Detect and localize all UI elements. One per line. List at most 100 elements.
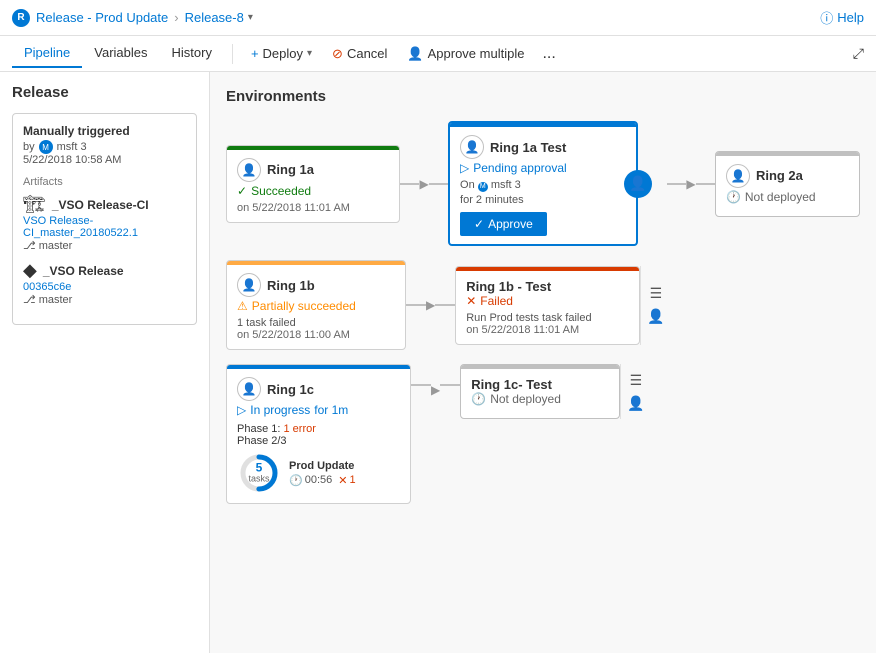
ring1c-status: ▷ In progress for 1m xyxy=(237,403,400,417)
approve-button[interactable]: ✓ Approve xyxy=(460,212,547,236)
ring1b-test-side: ☰ 👤 xyxy=(640,266,670,345)
artifact-build-icon: 🏗 xyxy=(23,194,46,215)
artifact-item-1: 🏗 _VSO Release-CI VSO Release-CI_master_… xyxy=(23,194,186,252)
approve-icon: 👤 xyxy=(407,46,423,62)
main-layout: Release Manually triggered by M msft 3 5… xyxy=(0,72,876,653)
artifact-link-1[interactable]: VSO Release-CI_master_20180522.1 xyxy=(23,215,186,239)
ring1c-time-stat: 🕐 00:56 xyxy=(289,474,332,487)
approve-multiple-button[interactable]: 👤 Approve multiple xyxy=(397,42,534,66)
ring1b-test-date: on 5/22/2018 11:01 AM xyxy=(466,324,629,336)
ring1b-test-name: Ring 1b - Test xyxy=(466,279,629,294)
ring1b-status: ⚠ Partially succeeded xyxy=(237,299,395,313)
trigger-text: Manually triggered xyxy=(23,124,186,138)
ring1a-test-name: Ring 1a Test xyxy=(490,140,566,155)
ring1c-prod-stats: 🕐 00:56 ✕ 1 xyxy=(289,474,356,487)
arrow-1b-1btest: ▶ xyxy=(426,299,435,311)
ring1b-test-status: ✕ Failed xyxy=(466,294,629,308)
tab-history[interactable]: History xyxy=(160,39,224,68)
ring1c-progress: Phase 1: 1 error Phase 2/3 xyxy=(237,423,400,495)
cancel-button[interactable]: ⊘ Cancel xyxy=(322,42,397,66)
pipeline-row-2: 👤 Ring 1b ⚠ Partially succeeded 1 task f… xyxy=(226,260,860,350)
connector-1atest-2a-2 xyxy=(696,183,715,185)
ring1c-test-inner: Ring 1c- Test 🕐 Not deployed xyxy=(461,369,619,418)
user-avatar: M xyxy=(39,140,53,154)
artifacts-section: Artifacts 🏗 _VSO Release-CI VSO Release-… xyxy=(23,176,186,306)
artifact-diamond-icon: ◆ xyxy=(23,260,37,281)
toolbar-separator xyxy=(232,44,233,64)
warning-icon: ⚠ xyxy=(237,299,248,313)
tab-variables[interactable]: Variables xyxy=(82,39,159,68)
ring1c-donut: 5 tasks xyxy=(237,451,281,495)
breadcrumb-sep1: › xyxy=(174,10,178,25)
artifacts-label: Artifacts xyxy=(23,176,186,188)
connector-1a-1atest-2 xyxy=(429,183,448,185)
ring1a-date: on 5/22/2018 11:01 AM xyxy=(237,202,389,214)
ring1a-test-detail2: for 2 minutes xyxy=(460,194,626,206)
ring1b-test-card: Ring 1b - Test ✕ Failed Run Prod tests t… xyxy=(455,266,640,345)
ring1a-test-inner: 👤 Ring 1a Test ▷ Pending approval On M xyxy=(450,127,636,244)
artifact-link-2[interactable]: 00365c6e xyxy=(23,281,186,293)
ring1c-phase1: Phase 1: 1 error xyxy=(237,423,400,435)
artifact-name-2: _VSO Release xyxy=(43,264,124,278)
play-icon: ▷ xyxy=(460,161,469,175)
toolbar: Pipeline Variables History + Deploy ▾ ⊘ … xyxy=(0,36,876,72)
ring1c-test-side: ☰ 👤 xyxy=(620,364,650,419)
ring1b-name: Ring 1b xyxy=(267,278,315,293)
clock-icon-1ctest: 🕐 xyxy=(471,392,486,406)
ring1c-error-stat: ✕ 1 xyxy=(338,474,355,487)
user-name: msft 3 xyxy=(57,141,87,153)
ring2a-card: 👤 Ring 2a 🕐 Not deployed xyxy=(715,151,860,217)
ring1c-test-card: Ring 1c- Test 🕐 Not deployed xyxy=(460,364,620,419)
by-label: by xyxy=(23,141,35,153)
ring1c-donut-label: 5 tasks xyxy=(248,461,269,484)
more-options-button[interactable]: ... xyxy=(534,41,563,67)
tab-pipeline[interactable]: Pipeline xyxy=(12,39,82,68)
x-icon-1c: ✕ xyxy=(338,474,347,487)
ring1c-test-wrapper: Ring 1c- Test 🕐 Not deployed ☰ 👤 xyxy=(460,364,650,419)
ring1b-test-wrapper: Ring 1b - Test ✕ Failed Run Prod tests t… xyxy=(455,266,670,345)
trigger-by: by M msft 3 xyxy=(23,140,186,154)
ring1a-name: Ring 1a xyxy=(267,162,314,177)
pending-avatar: 👤 xyxy=(624,170,652,198)
ring1a-test-person-icon: 👤 xyxy=(460,135,484,159)
ring1b-card: 👤 Ring 1b ⚠ Partially succeeded 1 task f… xyxy=(226,260,406,350)
branch-icon-1: ⎇ xyxy=(23,239,36,252)
deploy-plus-icon: + xyxy=(251,46,259,61)
ring1a-inner: 👤 Ring 1a ✓ Succeeded on 5/22/2018 11:01… xyxy=(227,150,399,222)
play-icon-1c: ▷ xyxy=(237,403,246,417)
ring2a-name: Ring 2a xyxy=(756,168,803,183)
help-icon: ⓘ xyxy=(820,8,833,27)
ring1b-detail: 1 task failed xyxy=(237,317,395,329)
artifact-branch-1: ⎇ master xyxy=(23,239,186,252)
environments-title: Environments xyxy=(226,88,860,105)
x-icon: ✕ xyxy=(466,294,476,308)
ring1b-inner: 👤 Ring 1b ⚠ Partially succeeded 1 task f… xyxy=(227,265,405,349)
ring1c-name: Ring 1c xyxy=(267,382,314,397)
ring1c-prod-info: Prod Update 🕐 00:56 ✕ 1 xyxy=(289,460,356,487)
connector-1b-1btest-2 xyxy=(435,304,455,306)
ring1a-card: 👤 Ring 1a ✓ Succeeded on 5/22/2018 11:01… xyxy=(226,145,400,223)
tasks-icon: ☰ xyxy=(650,285,663,302)
help-button[interactable]: ⓘ Help xyxy=(820,8,864,27)
sidebar-title: Release xyxy=(12,84,197,101)
person-icon-1ctest: 👤 xyxy=(627,395,644,412)
ring1b-date: on 5/22/2018 11:00 AM xyxy=(237,329,395,341)
sidebar: Release Manually triggered by M msft 3 5… xyxy=(0,72,210,653)
breadcrumb-release[interactable]: Release - Prod Update xyxy=(36,10,168,25)
ring1c-inner: 👤 Ring 1c ▷ In progress for 1m Phase 1: … xyxy=(227,369,410,503)
connector-1a-1atest xyxy=(400,183,419,185)
content-area: Environments 👤 Ring 1a ✓ Succeeded on 5/… xyxy=(210,72,876,653)
app-logo: R xyxy=(12,9,30,27)
cancel-icon: ⊘ xyxy=(332,46,343,62)
ring1c-phase2: Phase 2/3 xyxy=(237,435,400,447)
ring1a-person-icon: 👤 xyxy=(237,158,261,182)
ring1b-test-detail: Run Prod tests task failed xyxy=(466,312,629,324)
arrow-1atest-2a: ▶ xyxy=(686,178,695,190)
ring1a-test-card: 👤 Ring 1a Test ▷ Pending approval On M xyxy=(448,121,638,246)
header-breadcrumb: R Release - Prod Update › Release-8 ▾ xyxy=(12,9,253,27)
deploy-button[interactable]: + Deploy ▾ xyxy=(241,42,322,65)
breadcrumb-release8[interactable]: Release-8 ▾ xyxy=(185,10,253,25)
ring1c-test-name: Ring 1c- Test xyxy=(471,377,609,392)
arrow-1c-1ctest: ▶ xyxy=(431,384,440,396)
expand-icon[interactable]: ⤢ xyxy=(853,45,864,62)
